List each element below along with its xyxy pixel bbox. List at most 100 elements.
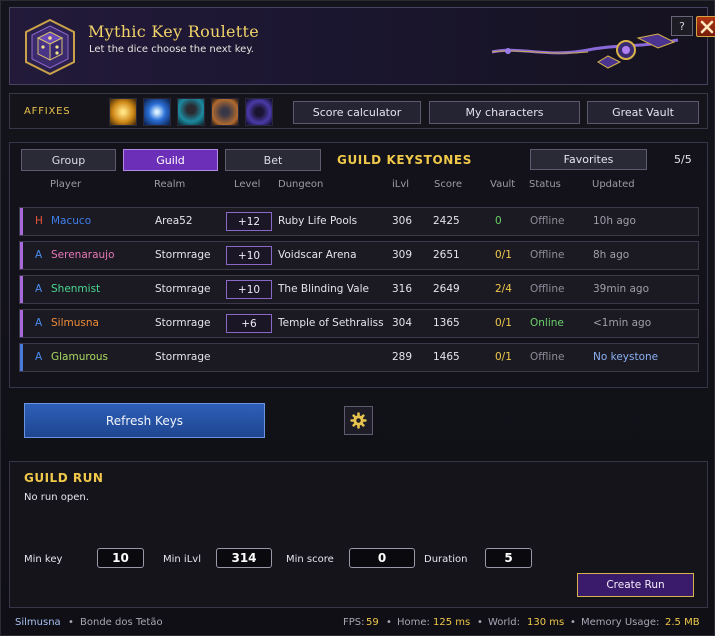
create-run-button[interactable]: Create Run xyxy=(577,573,694,597)
staff-ornament-icon xyxy=(491,33,679,69)
item-level: 304 xyxy=(392,317,413,329)
column-header-dungeon[interactable]: Dungeon xyxy=(278,179,323,190)
duration-input[interactable]: 5 xyxy=(485,548,532,568)
guild-run-panel: GUILD RUN No run open. Min key 10 Min iL… xyxy=(9,461,708,608)
vault-progress: 0/1 xyxy=(495,351,512,363)
tab-bet[interactable]: Bet xyxy=(225,149,321,171)
column-header-player[interactable]: Player xyxy=(50,179,81,190)
item-level: 309 xyxy=(392,249,413,261)
score-value: 2649 xyxy=(433,283,460,295)
duration-label: Duration xyxy=(424,554,468,565)
player-name: Glamurous xyxy=(51,351,109,363)
teal-figure-affix-icon[interactable] xyxy=(177,98,205,126)
blue-vortex-affix-icon[interactable] xyxy=(143,98,171,126)
tab-group[interactable]: Group xyxy=(21,149,116,171)
column-header-vault[interactable]: Vault xyxy=(490,179,515,190)
item-level: 306 xyxy=(392,215,413,227)
fps-label: FPS: xyxy=(343,617,365,628)
dice-crest-icon xyxy=(25,18,75,76)
vault-progress: 2/4 xyxy=(495,283,512,295)
vault-progress: 0/1 xyxy=(495,317,512,329)
run-status: No run open. xyxy=(24,492,89,503)
updated-time: 39min ago xyxy=(593,283,650,295)
favorites-button[interactable]: Favorites xyxy=(530,149,647,170)
dungeon-name: Voidscar Arena xyxy=(278,249,357,261)
min-ilvl-label: Min iLvl xyxy=(163,554,201,565)
score-value: 2651 xyxy=(433,249,460,261)
dungeon-name: The Blinding Vale xyxy=(278,283,369,295)
vault-progress: 0 xyxy=(495,215,502,227)
close-button[interactable] xyxy=(696,16,715,37)
guild-keystones-panel: Group Guild Bet GUILD KEYSTONES Favorite… xyxy=(9,142,708,388)
updated-time: 8h ago xyxy=(593,249,630,261)
table-row[interactable]: A Glamurous Stormrage 289 1465 0/1 Offline No k… xyxy=(19,343,699,372)
realm-name: Stormrage xyxy=(155,351,211,363)
gear-icon xyxy=(350,412,367,429)
vault-progress: 0/1 xyxy=(495,249,512,261)
column-header-updated[interactable]: Updated xyxy=(592,179,635,190)
dungeon-name: Temple of Sethraliss xyxy=(278,317,384,329)
role-badge: H xyxy=(35,215,43,227)
fps-value: 59 xyxy=(366,617,379,628)
tab-guild[interactable]: Guild xyxy=(123,149,218,171)
role-badge: A xyxy=(35,351,43,363)
realm-name: Area52 xyxy=(155,215,193,227)
refresh-keys-button[interactable]: Refresh Keys xyxy=(24,403,265,438)
column-header-ilvl[interactable]: iLvl xyxy=(392,179,409,190)
row-accent-bar xyxy=(20,310,23,337)
item-level: 316 xyxy=(392,283,413,295)
min-ilvl-input[interactable]: 314 xyxy=(216,548,272,568)
table-row[interactable]: A Shenmist Stormrage The Blinding Vale 316 26… xyxy=(19,275,699,304)
score-value: 1465 xyxy=(433,351,460,363)
keystone-level-badge: +10 xyxy=(226,246,272,265)
character-name: Silmusna xyxy=(15,617,61,628)
app-subtitle: Let the dice choose the next key. xyxy=(89,44,254,55)
home-label: Home: xyxy=(397,617,430,628)
separator: • xyxy=(477,617,483,628)
column-header-status[interactable]: Status xyxy=(529,179,561,190)
table-row[interactable]: A Serenaraujo Stormrage Voidscar Arena 309 26… xyxy=(19,241,699,270)
status-text: Offline xyxy=(530,283,565,295)
score-calculator-button[interactable]: Score calculator xyxy=(293,101,421,124)
column-header-level[interactable]: Level xyxy=(234,179,260,190)
close-icon xyxy=(700,20,714,33)
realm-name: Stormrage xyxy=(155,249,211,261)
status-text: Offline xyxy=(530,249,565,261)
keystone-level-badge: +10 xyxy=(226,280,272,299)
great-vault-button[interactable]: Great Vault xyxy=(587,101,699,124)
score-value: 1365 xyxy=(433,317,460,329)
score-value: 2425 xyxy=(433,215,460,227)
role-badge: A xyxy=(35,317,43,329)
row-accent-bar xyxy=(20,344,23,371)
realm-name: Stormrage xyxy=(155,317,211,329)
player-name: Serenaraujo xyxy=(51,249,115,261)
guild-name: Bonde dos Tetão xyxy=(80,617,163,628)
status-text: Offline xyxy=(530,215,565,227)
column-header-realm[interactable]: Realm xyxy=(154,179,185,190)
table-row[interactable]: A Silmusna Stormrage Temple of Sethraliss 30… xyxy=(19,309,699,338)
purple-shadow-affix-icon[interactable] xyxy=(245,98,273,126)
column-header-score[interactable]: Score xyxy=(434,179,462,190)
settings-button[interactable] xyxy=(344,406,373,435)
separator: • xyxy=(68,617,74,628)
dark-creature-affix-icon[interactable] xyxy=(211,98,239,126)
min-key-label: Min key xyxy=(24,554,63,565)
table-row[interactable]: H Macuco Area52 Ruby Life Pools 306 2425 0 Offl… xyxy=(19,207,699,236)
affixes-label: AFFIXES xyxy=(24,106,71,117)
app-title: Mythic Key Roulette xyxy=(88,22,260,41)
player-name: Silmusna xyxy=(51,317,99,329)
help-button[interactable]: ? xyxy=(671,16,693,36)
guild-run-title: GUILD RUN xyxy=(24,471,104,485)
min-score-input[interactable]: 0 xyxy=(349,548,415,568)
separator: • xyxy=(570,617,576,628)
my-characters-button[interactable]: My characters xyxy=(429,101,580,124)
golden-burst-affix-icon[interactable] xyxy=(109,98,137,126)
min-key-input[interactable]: 10 xyxy=(97,548,144,568)
world-latency: 130 ms xyxy=(527,617,565,628)
keystone-level-badge: +6 xyxy=(226,314,272,333)
status-bar: Silmusna • Bonde dos Tetão FPS: 59 • Hom… xyxy=(1,613,715,636)
updated-time: No keystone xyxy=(593,351,659,363)
player-name: Shenmist xyxy=(51,283,101,295)
home-latency: 125 ms xyxy=(433,617,471,628)
main-window: Mythic Key Roulette Let the dice choose … xyxy=(0,0,715,636)
